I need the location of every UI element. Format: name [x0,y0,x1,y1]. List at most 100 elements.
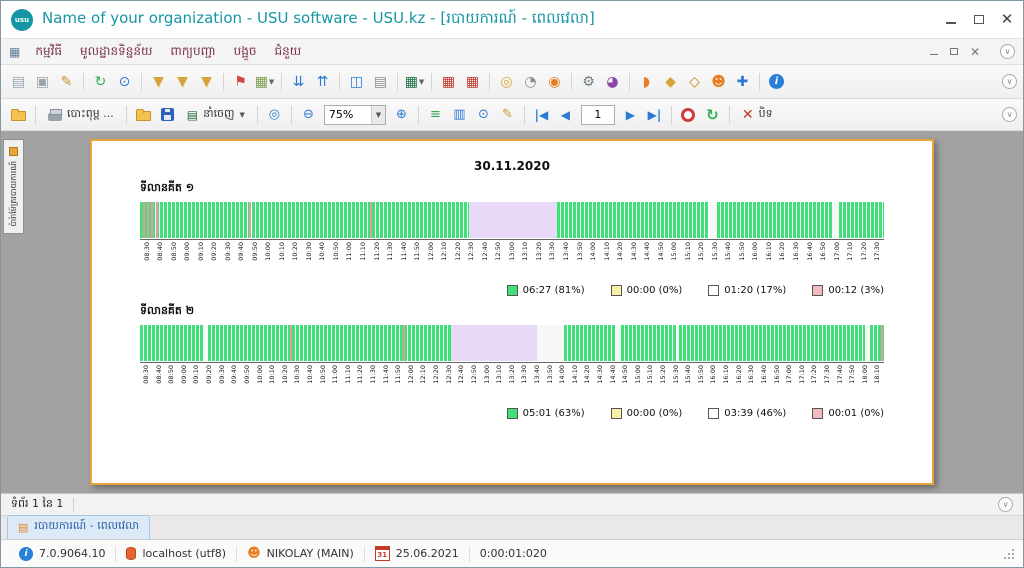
timeline-pink-stripe [142,202,145,238]
users-icon[interactable]: ☻ [707,70,730,93]
outline-button[interactable]: ≡ [424,103,447,126]
refresh-data-icon[interactable]: ↻ [89,70,112,93]
menu-window[interactable]: បង្អួច [225,41,266,63]
legend-label: 00:00 (0%) [626,285,683,296]
time-tick-label: 17:10 [797,365,806,384]
time-tick-label: 12:40 [457,365,466,384]
find-in-report-button[interactable]: ⊙ [472,103,495,126]
legend-label: 06:27 (81%) [522,285,585,296]
add-tab-icon[interactable]: ◫ [345,70,368,93]
menu-commands[interactable]: ពាក្យបញ្ជា [161,41,224,63]
map-pin-icon: ◉ [548,73,561,90]
report-doc-icon: ▤ [18,520,29,534]
edit-record-icon[interactable]: ✎ [55,70,78,93]
preview-toolbar-overflow-button[interactable]: ∨ [1002,107,1017,122]
time-tick-label: 17:00 [832,242,841,261]
copy-record-icon[interactable]: ▣ [31,70,54,93]
calendar-icon[interactable]: ▦ [461,70,484,93]
export-icon: ▤ [186,107,199,122]
time-tick-label: 08:30 [142,365,151,384]
new-record-icon[interactable]: ▤ [7,70,30,93]
export-button[interactable]: ▤ នាំចេញ ▼ [180,105,252,125]
time-tick-label: 13:20 [507,365,516,384]
money-icon[interactable]: ◎ [495,70,518,93]
page-info-overflow-button[interactable]: ∨ [998,497,1013,512]
expand-all-icon[interactable]: ⇊ [287,70,310,93]
report-parameters-tab[interactable]: ប៉ារ៉ាម៉ែត្ររបាយការណ៍ [3,139,24,235]
save-report-button[interactable] [156,103,179,126]
zoom-combo-input[interactable] [324,108,371,121]
menu-program[interactable]: កម្មវិធី [26,41,71,63]
legend-item: 00:00 (0%) [610,408,682,419]
page-layout-button[interactable]: ▥ [448,103,471,126]
menu-database[interactable]: មូលដ្ឋានទិន្នន័យ [71,41,161,63]
search-icon[interactable]: ⊙ [113,70,136,93]
first-page-button[interactable]: |◀ [530,103,553,126]
reports-folder-icon[interactable] [7,103,30,126]
close-button[interactable]: ✕ [1001,12,1014,27]
maximize-icon [974,15,984,24]
toolbar-separator [489,72,490,91]
refresh-report-button[interactable]: ↻ [701,103,724,126]
globe-icon[interactable]: ◕ [601,70,624,93]
filter-icon[interactable]: ▼ [147,70,170,93]
settings-gear-icon[interactable]: ⚙ [577,70,600,93]
zoom-combo-arrow-icon[interactable]: ▼ [370,105,385,124]
mdi-minimize-icon[interactable] [929,49,938,55]
filter-add-icon[interactable]: ▼ [171,70,194,93]
filter-clear-icon[interactable]: ▼ [195,70,218,93]
open-report-button[interactable] [132,103,155,126]
time-tick-label: 14:30 [629,242,638,261]
stop-button[interactable] [677,103,700,126]
timeline-segment-active [557,202,710,238]
print-preview-button[interactable]: ◎ [263,103,286,126]
minimize-button[interactable] [945,14,957,26]
excel-export-icon[interactable]: ▦ ▼ [403,70,426,93]
time-tick-label: 16:50 [819,242,828,261]
page-number-input[interactable] [580,104,615,125]
notebook-icon: ▤ [373,73,388,90]
close-preview-button[interactable]: ✕ បិទ [735,105,780,125]
history-icon[interactable]: ◔ [519,70,542,93]
flag-icon[interactable]: ⚑ [229,70,252,93]
menubar-overflow-button[interactable]: ∨ [1000,44,1015,59]
time-tick: 08:30 [140,240,154,273]
time-tick-label: 10:00 [264,242,273,261]
time-tick: 14:00 [556,363,569,396]
zoom-out-button[interactable]: ⊖ [297,103,320,126]
zoom-in-button[interactable]: ⊕ [390,103,413,126]
print-button[interactable]: បោះពុម្ព ... [41,105,121,125]
report-date-icon[interactable]: ▦ [437,70,460,93]
maximize-button[interactable] [973,14,985,26]
mdi-close-icon[interactable]: ✕ [970,46,980,58]
next-page-button[interactable]: ▶ [619,103,642,126]
tab-report-time[interactable]: ▤ របាយការណ៍ - ពេលវេលា [7,515,151,539]
rss-icon[interactable]: ◗ [635,70,658,93]
help-info-icon[interactable]: i [765,70,788,93]
collapse-all-icon[interactable]: ⇈ [311,70,334,93]
time-tick-label: 08:50 [167,365,176,384]
time-tick: 13:50 [573,240,587,273]
menu-help[interactable]: ជំនួយ [265,41,310,63]
time-tick-label: 09:20 [205,365,214,384]
key-icon[interactable]: ◇ [683,70,706,93]
time-tick-label: 13:20 [534,242,543,261]
time-tick-label: 11:10 [359,242,368,261]
time-tick: 09:10 [194,240,208,273]
toolbar-separator [256,105,258,124]
image-icon[interactable]: ▦ ▼ [253,70,276,93]
time-tick-label: 13:50 [575,242,584,261]
document-tabbar: ▤ របាយការណ៍ - ពេលវេលា [1,515,1023,539]
resize-grip[interactable] [1003,548,1015,560]
lock-icon[interactable]: ◆ [659,70,682,93]
prev-page-button[interactable]: ◀ [554,103,577,126]
last-page-button[interactable]: ▶| [643,103,666,126]
mdi-restore-icon[interactable] [949,48,958,55]
tools-icon[interactable]: ✚ [731,70,754,93]
notebook-icon[interactable]: ▤ [369,70,392,93]
edit-page-button[interactable]: ✎ [496,103,519,126]
timeline-segment-active [717,202,832,238]
main-toolbar-overflow-button[interactable]: ∨ [1002,74,1017,89]
map-pin-icon[interactable]: ◉ [543,70,566,93]
time-tick-label: 09:40 [230,365,239,384]
